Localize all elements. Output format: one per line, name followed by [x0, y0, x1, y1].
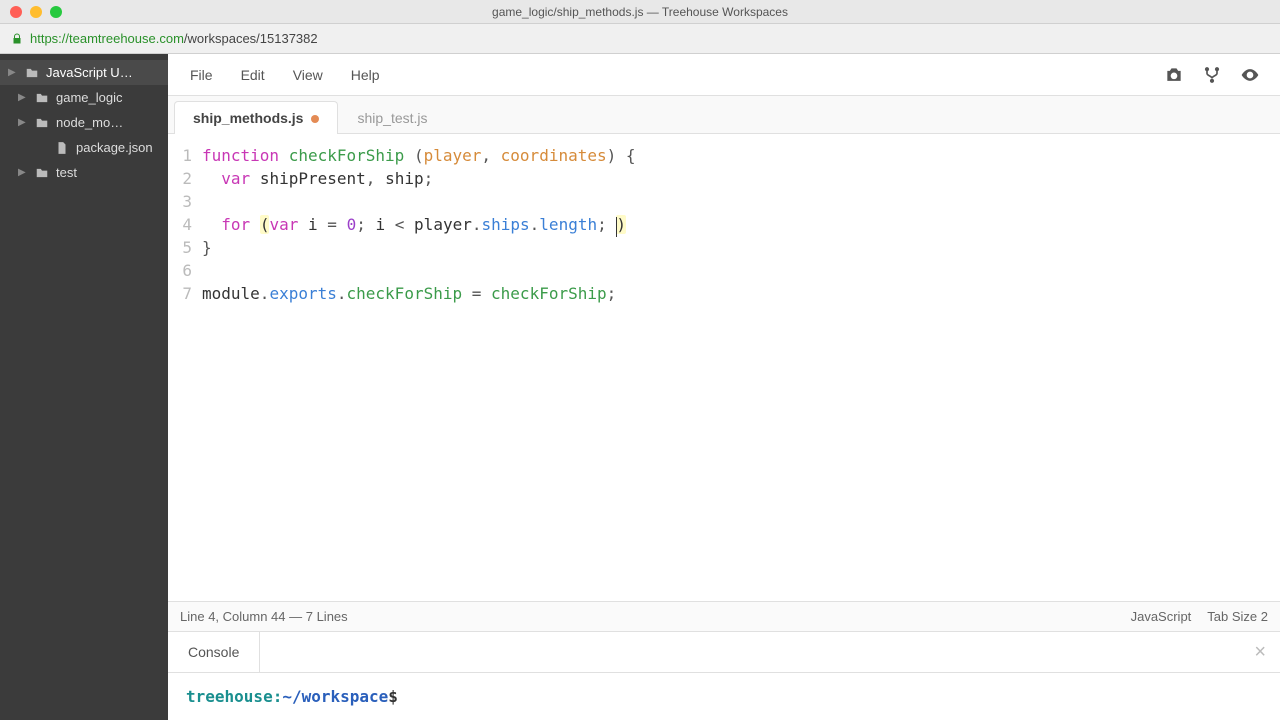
- tab-ship_test-js[interactable]: ship_test.js: [338, 101, 446, 134]
- chevron-right-icon: ▶: [18, 167, 28, 178]
- chevron-right-icon: ▶: [8, 67, 18, 78]
- tree-label: JavaScript U…: [46, 65, 133, 80]
- console-tab[interactable]: Console: [168, 632, 260, 672]
- tree-label: package.json: [76, 140, 153, 155]
- menu-file[interactable]: File: [178, 61, 225, 89]
- camera-icon[interactable]: [1164, 65, 1184, 85]
- prompt-symbol: $: [388, 687, 398, 706]
- tab-label: ship_methods.js: [193, 110, 303, 126]
- tree-item-package-json[interactable]: package.json: [0, 135, 168, 160]
- window-title: game_logic/ship_methods.js — Treehouse W…: [492, 5, 788, 19]
- folder-icon: [24, 66, 40, 80]
- menu-edit[interactable]: Edit: [229, 61, 277, 89]
- line-gutter: 1234567: [168, 144, 202, 601]
- menubar: FileEditViewHelp: [168, 54, 1280, 96]
- tab-label: ship_test.js: [357, 110, 427, 126]
- menu-help[interactable]: Help: [339, 61, 392, 89]
- traffic-lights: [0, 6, 62, 18]
- close-console-button[interactable]: ×: [1240, 641, 1280, 664]
- close-window-button[interactable]: [10, 6, 22, 18]
- folder-icon: [34, 166, 50, 180]
- chevron-right-icon: ▶: [18, 117, 28, 128]
- folder-icon: [34, 116, 50, 130]
- code-editor[interactable]: 1234567 function checkForShip (player, c…: [168, 134, 1280, 601]
- tree-label: test: [56, 165, 77, 180]
- eye-icon[interactable]: [1240, 65, 1260, 85]
- address-bar[interactable]: https://teamtreehouse.com/workspaces/151…: [0, 24, 1280, 54]
- lock-icon: [10, 32, 24, 46]
- tab-ship_methods-js[interactable]: ship_methods.js: [174, 101, 338, 134]
- cursor-position: Line 4, Column 44 — 7 Lines: [180, 609, 348, 624]
- tab-bar: ship_methods.js ship_test.js: [168, 96, 1280, 134]
- maximize-window-button[interactable]: [50, 6, 62, 18]
- status-bar: Line 4, Column 44 — 7 Lines JavaScript T…: [168, 601, 1280, 631]
- page-url: https://teamtreehouse.com/workspaces/151…: [30, 31, 318, 46]
- tab-size[interactable]: Tab Size 2: [1207, 609, 1268, 624]
- chevron-right-icon: ▶: [18, 92, 28, 103]
- file-tree-sidebar: ▶ JavaScript U… ▶ game_logic ▶ node_mo…packag…: [0, 54, 168, 720]
- prompt-path: ~/workspace: [282, 687, 388, 706]
- folder-icon: [34, 91, 50, 105]
- fork-icon[interactable]: [1202, 65, 1222, 85]
- tree-item-test[interactable]: ▶ test: [0, 160, 168, 185]
- dirty-indicator-icon: [311, 115, 319, 123]
- language-mode[interactable]: JavaScript: [1131, 609, 1192, 624]
- tree-label: node_mo…: [56, 115, 123, 130]
- tree-item-javascript-u-[interactable]: ▶ JavaScript U…: [0, 60, 168, 85]
- tree-item-game_logic[interactable]: ▶ game_logic: [0, 85, 168, 110]
- code-content[interactable]: function checkForShip (player, coordinat…: [202, 144, 1280, 601]
- prompt-host: treehouse:: [186, 687, 282, 706]
- menu-view[interactable]: View: [281, 61, 335, 89]
- tree-label: game_logic: [56, 90, 123, 105]
- tree-item-node_mo-[interactable]: ▶ node_mo…: [0, 110, 168, 135]
- console-output[interactable]: treehouse:~/workspace$: [168, 673, 1280, 720]
- console-panel: Console × treehouse:~/workspace$: [168, 631, 1280, 720]
- file-icon: [54, 141, 70, 155]
- minimize-window-button[interactable]: [30, 6, 42, 18]
- window-titlebar: game_logic/ship_methods.js — Treehouse W…: [0, 0, 1280, 24]
